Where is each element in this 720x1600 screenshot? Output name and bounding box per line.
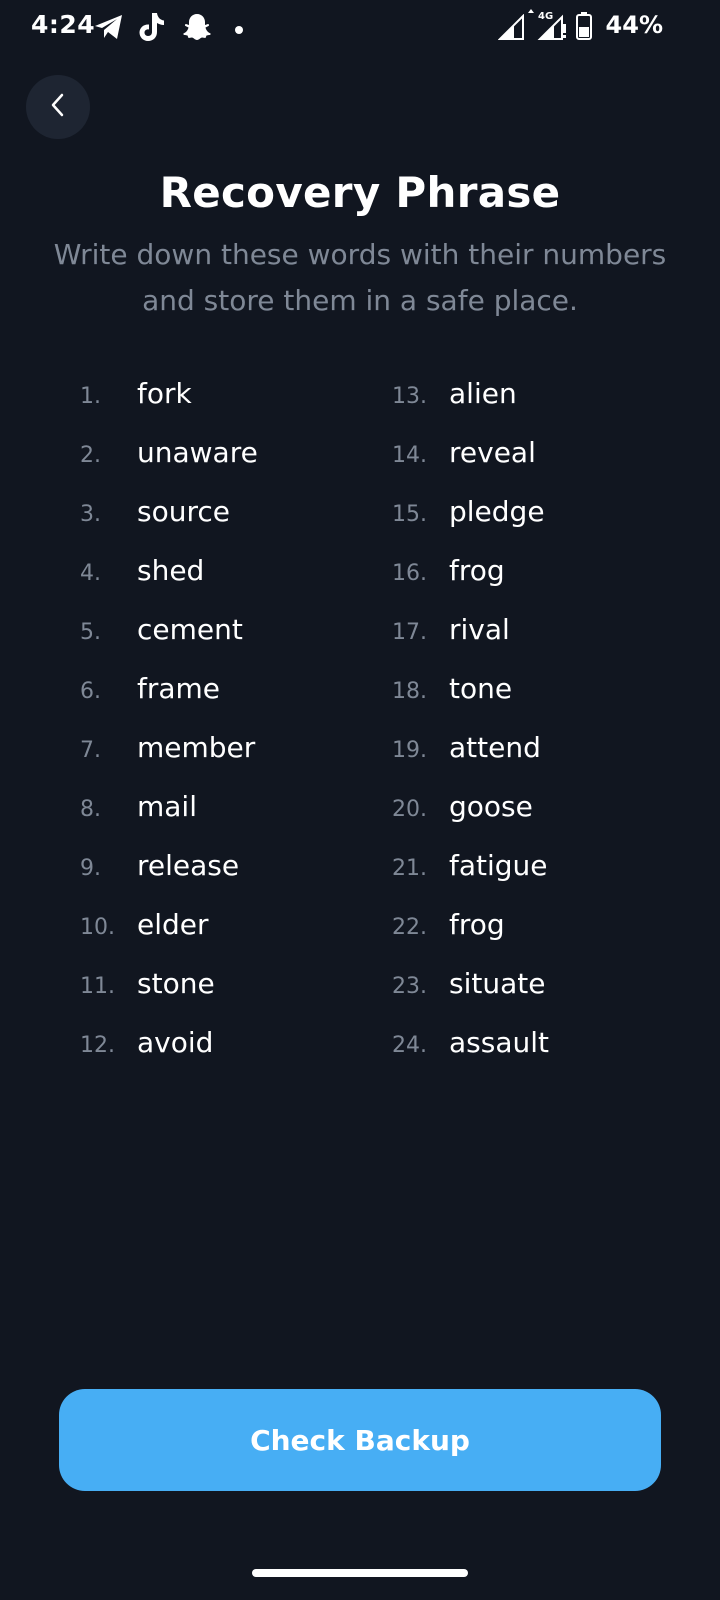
word-item: 24. assault	[392, 1026, 692, 1085]
word-number: 15.	[392, 502, 427, 527]
word-item: 13. alien	[392, 377, 692, 436]
word-text: pledge	[449, 495, 545, 528]
home-indicator[interactable]	[252, 1569, 468, 1577]
word-item: 17. rival	[392, 613, 692, 672]
word-number: 9.	[80, 856, 101, 881]
word-number: 10.	[80, 915, 115, 940]
word-item: 2. unaware	[80, 436, 380, 495]
battery-icon	[576, 12, 592, 45]
word-text: unaware	[137, 436, 258, 469]
word-item: 10. elder	[80, 908, 380, 967]
word-item: 18. tone	[392, 672, 692, 731]
word-text: mail	[137, 790, 197, 823]
word-item: 3. source	[80, 495, 380, 554]
word-text: frame	[137, 672, 221, 705]
word-text: rival	[449, 613, 510, 646]
word-number: 18.	[392, 679, 427, 704]
word-text: tone	[449, 672, 513, 705]
word-number: 14.	[392, 443, 427, 468]
status-time: 4:24	[31, 10, 96, 39]
word-text: reveal	[449, 436, 536, 469]
word-text: situate	[449, 967, 546, 1000]
word-item: 8. mail	[80, 790, 380, 849]
word-number: 6.	[80, 679, 101, 704]
page-subtitle: Write down these words with their number…	[53, 238, 667, 317]
back-button[interactable]	[26, 75, 90, 139]
word-item: 23. situate	[392, 967, 692, 1026]
word-text: frog	[449, 908, 505, 941]
signal-icon	[497, 13, 526, 45]
chevron-left-icon	[48, 93, 68, 122]
word-item: 22. frog	[392, 908, 692, 967]
word-number: 24.	[392, 1033, 427, 1058]
tiktok-icon	[138, 12, 166, 47]
telegram-icon	[94, 14, 124, 45]
word-number: 5.	[80, 620, 101, 645]
word-number: 1.	[80, 384, 101, 409]
word-text: fatigue	[449, 849, 548, 882]
word-item: 19. attend	[392, 731, 692, 790]
word-text: member	[137, 731, 256, 764]
word-number: 22.	[392, 915, 427, 940]
word-number: 4.	[80, 561, 101, 586]
word-item: 9. release	[80, 849, 380, 908]
word-item: 7. member	[80, 731, 380, 790]
check-backup-button[interactable]: Check Backup	[59, 1389, 661, 1491]
word-number: 11.	[80, 974, 115, 999]
word-item: 12. avoid	[80, 1026, 380, 1085]
word-text: elder	[137, 908, 209, 941]
word-item: 15. pledge	[392, 495, 692, 554]
word-text: avoid	[137, 1026, 214, 1059]
word-number: 16.	[392, 561, 427, 586]
word-text: assault	[449, 1026, 549, 1059]
4g-signal-icon: 4G	[526, 8, 568, 45]
word-text: stone	[137, 967, 215, 1000]
words-column-left: 1. fork 2. unaware 3. source 4. shed 5. cemen…	[80, 377, 380, 1085]
word-item: 5. cement	[80, 613, 380, 672]
word-text: attend	[449, 731, 541, 764]
word-item: 21. fatigue	[392, 849, 692, 908]
word-number: 19.	[392, 738, 427, 763]
word-number: 13.	[392, 384, 427, 409]
word-number: 17.	[392, 620, 427, 645]
word-item: 11. stone	[80, 967, 380, 1026]
word-text: release	[137, 849, 240, 882]
word-item: 14. reveal	[392, 436, 692, 495]
status-bar: 4:24 4G 44%	[0, 0, 720, 54]
page-title: Recovery Phrase	[159, 168, 561, 217]
word-number: 23.	[392, 974, 427, 999]
word-number: 8.	[80, 797, 101, 822]
svg-text:4G: 4G	[538, 11, 553, 22]
word-number: 3.	[80, 502, 101, 527]
word-text: goose	[449, 790, 533, 823]
word-item: 4. shed	[80, 554, 380, 613]
notification-dot-icon	[234, 22, 244, 40]
word-text: fork	[137, 377, 192, 410]
word-item: 20. goose	[392, 790, 692, 849]
word-text: cement	[137, 613, 243, 646]
word-number: 21.	[392, 856, 427, 881]
word-item: 1. fork	[80, 377, 380, 436]
words-column-right: 13. alien 14. reveal 15. pledge 16. frog 17.…	[392, 377, 692, 1085]
snapchat-icon	[182, 12, 212, 47]
word-number: 12.	[80, 1033, 115, 1058]
word-text: shed	[137, 554, 205, 587]
word-text: alien	[449, 377, 517, 410]
word-number: 7.	[80, 738, 101, 763]
word-number: 2.	[80, 443, 101, 468]
word-item: 16. frog	[392, 554, 692, 613]
battery-percentage: 44%	[605, 11, 663, 39]
word-item: 6. frame	[80, 672, 380, 731]
word-number: 20.	[392, 797, 427, 822]
word-text: source	[137, 495, 230, 528]
word-text: frog	[449, 554, 505, 587]
